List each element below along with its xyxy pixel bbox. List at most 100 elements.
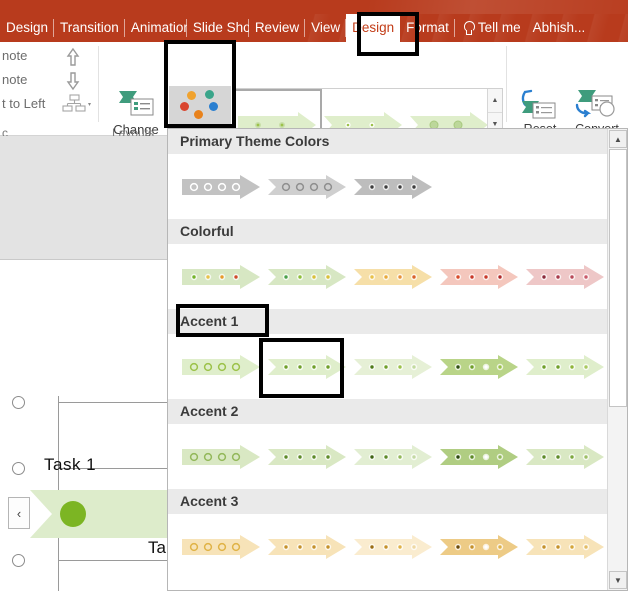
org-chart-icon[interactable] — [62, 94, 92, 114]
tab-review[interactable]: Review — [249, 14, 306, 42]
ribbon-divider-2 — [167, 46, 168, 122]
change-colors-dropdown[interactable]: Primary Theme Colors Colorful Accent 1 Acce… — [167, 128, 628, 591]
tab-transition[interactable]: Transition — [54, 14, 125, 42]
swatch-primary-2[interactable] — [264, 157, 350, 217]
slide-thumbnail-pane[interactable] — [0, 136, 168, 260]
smartart-frame-line-bottom — [58, 560, 168, 561]
tell-me-box[interactable]: Tell me — [455, 14, 527, 42]
chevron-swatch — [354, 174, 432, 199]
color-dot-teal — [205, 90, 214, 99]
dropdown-scroll-down[interactable]: ▼ — [609, 571, 627, 589]
account-name[interactable]: Abhish... — [527, 14, 592, 42]
swatch-accent3-4[interactable] — [436, 517, 522, 577]
section-primary-theme-colors-row — [168, 154, 608, 219]
swatch-primary-3[interactable] — [350, 157, 436, 217]
swatch-accent3-1[interactable] — [178, 517, 264, 577]
tab-format[interactable]: Format — [400, 14, 455, 42]
swatch-accent2-5[interactable] — [522, 427, 608, 487]
section-colorful-header: Colorful — [168, 219, 608, 244]
powerpoint-window: Design Transition Animation Slide Sho Re… — [0, 0, 628, 591]
create-graphic-group: note note t to Left — [0, 44, 62, 122]
swatch-accent1-1[interactable] — [178, 337, 264, 397]
reset-graphic-icon — [512, 88, 568, 122]
swatch-accent2-3[interactable] — [350, 427, 436, 487]
demote-button[interactable]: note — [0, 68, 62, 92]
text-pane-collapse-button[interactable]: ‹ — [8, 497, 30, 529]
swatch-colorful-3[interactable] — [350, 247, 436, 307]
swatch-accent2-2[interactable] — [264, 427, 350, 487]
task-2-label[interactable]: Ta — [148, 538, 166, 558]
smartart-bullet-dot — [60, 501, 86, 527]
swatch-colorful-4[interactable] — [436, 247, 522, 307]
gallery-scroll-up[interactable]: ▲ — [488, 89, 502, 113]
section-accent-2-row — [168, 424, 608, 489]
ribbon-tab-bar: Design Transition Animation Slide Sho Re… — [0, 14, 628, 42]
swatch-accent3-3[interactable] — [350, 517, 436, 577]
chevron-swatch — [268, 354, 346, 379]
swatch-accent2-1[interactable] — [178, 427, 264, 487]
chevron-swatch — [182, 534, 260, 559]
swatch-accent3-2[interactable] — [264, 517, 350, 577]
tab-animations[interactable]: Animation — [125, 14, 187, 42]
ribbon: note note t to Left c Change Layouts ▲ ▼ — [0, 42, 628, 164]
chevron-swatch — [182, 264, 260, 289]
arrow-up-icon[interactable] — [64, 46, 82, 68]
resize-handle-bottom[interactable] — [12, 554, 25, 567]
color-dot-red — [180, 102, 189, 111]
color-dot-blue — [209, 102, 218, 111]
tab-design-primary[interactable]: Design — [0, 14, 55, 42]
section-primary-theme-colors-header: Primary Theme Colors — [168, 129, 608, 154]
swatch-accent2-4[interactable] — [436, 427, 522, 487]
chevron-swatch — [526, 264, 604, 289]
chevron-swatch — [440, 264, 518, 289]
ribbon-divider-3 — [506, 46, 507, 122]
tab-slide-show[interactable]: Slide Sho — [187, 14, 249, 42]
section-accent-1-row — [168, 334, 608, 399]
promote-button[interactable]: note — [0, 44, 62, 68]
dropdown-scroll-thumb[interactable] — [609, 149, 627, 407]
title-bar-decoration — [368, 0, 628, 14]
swatch-accent3-5[interactable] — [522, 517, 608, 577]
chevron-swatch — [268, 264, 346, 289]
title-bar — [0, 0, 628, 14]
swatch-accent1-4[interactable] — [436, 337, 522, 397]
chevron-swatch — [354, 264, 432, 289]
section-accent-1-header: Accent 1 — [168, 309, 608, 334]
chevron-swatch — [354, 534, 432, 559]
swatch-colorful-5[interactable] — [522, 247, 608, 307]
tab-view[interactable]: View — [305, 14, 347, 42]
swatch-accent1-5[interactable] — [522, 337, 608, 397]
chevron-swatch — [182, 444, 260, 469]
chevron-swatch — [526, 534, 604, 559]
section-accent-3-row — [168, 514, 608, 579]
color-dot-orange — [187, 91, 196, 100]
tell-me-label: Tell me — [477, 20, 521, 35]
dropdown-scroll-up[interactable]: ▲ — [609, 130, 627, 148]
swatch-primary-1[interactable] — [178, 157, 264, 217]
arrow-down-icon[interactable] — [64, 70, 82, 92]
swatch-accent1-3[interactable] — [350, 337, 436, 397]
swatch-colorful-2[interactable] — [264, 247, 350, 307]
right-to-left-button[interactable]: t to Left — [0, 92, 62, 116]
chevron-swatch — [268, 534, 346, 559]
resize-handle-top[interactable] — [12, 396, 25, 409]
dropdown-scrollbar[interactable]: ▲ ▼ — [607, 129, 627, 590]
chevron-swatch — [440, 534, 518, 559]
chevron-swatch — [268, 174, 346, 199]
slide-canvas[interactable] — [0, 260, 168, 591]
change-colors-icon — [177, 89, 223, 121]
tab-smartart-design[interactable]: Design — [346, 14, 401, 42]
swatch-colorful-1[interactable] — [178, 247, 264, 307]
chevron-swatch — [440, 444, 518, 469]
color-dot-amber — [194, 110, 203, 119]
chevron-swatch — [268, 444, 346, 469]
chevron-swatch — [182, 354, 260, 379]
section-colorful-row — [168, 244, 608, 309]
task-1-label[interactable]: Task 1 — [44, 455, 174, 475]
change-layout-icon — [113, 89, 159, 119]
ribbon-divider-1 — [98, 46, 99, 122]
swatch-accent1-2[interactable] — [264, 337, 350, 397]
resize-handle-middle[interactable] — [12, 462, 25, 475]
lightbulb-icon — [463, 20, 475, 36]
chevron-swatch — [526, 354, 604, 379]
